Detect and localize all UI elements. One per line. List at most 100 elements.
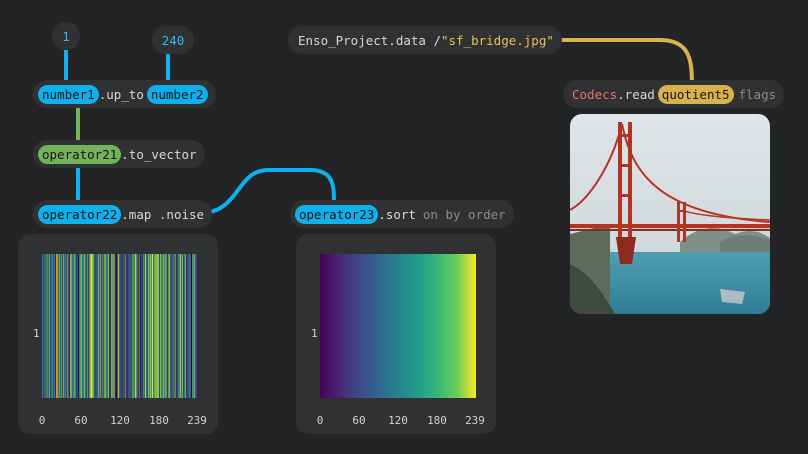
noise-column [136,254,137,398]
noise-column [142,254,143,398]
noise-column [105,254,107,398]
noise-column [118,254,120,398]
noise-column [115,254,117,398]
noise-column [81,254,83,398]
noise-column [110,254,112,398]
noise-column [62,254,63,398]
noise-column [85,254,87,398]
noise-column [157,254,159,398]
noise-column [128,254,130,398]
noise-column [167,254,169,398]
noise-column [112,254,114,398]
noise-column [153,254,154,398]
noise-column [117,254,119,398]
noise-column [195,254,197,398]
noise-column [69,254,71,398]
noise-column [182,254,184,398]
noise-column [183,254,184,398]
sort-node[interactable]: operator23 .sort on by order [290,200,514,228]
number2-port[interactable]: number2 [146,84,208,104]
enso-data-filename: "sf_bridge.jpg" [441,32,554,48]
noise-x-tick: 180 [149,414,169,427]
noise-column [141,254,143,398]
noise-column [78,254,80,398]
noise-column [83,254,85,398]
noise-column [159,254,160,398]
noise-column [123,254,124,398]
noise-column [65,254,67,398]
noise-column [131,254,132,398]
noise-column [140,254,142,398]
operator23-port[interactable]: operator23 [295,204,379,224]
number1-port[interactable]: number1 [38,84,99,104]
noise-column [149,254,151,398]
noise-column [133,254,135,398]
noise-column [147,254,149,398]
noise-y-tick: 1 [33,327,40,340]
noise-column [120,254,122,398]
noise-column [162,254,163,398]
quotient5-port[interactable]: quotient5 [657,84,734,104]
noise-column [135,254,137,398]
noise-column [54,254,56,398]
number-node-1[interactable]: 1 [52,22,80,50]
operator21-port[interactable]: operator21 [38,144,122,164]
noise-column [97,254,99,398]
noise-column [66,254,67,398]
noise-column [185,254,187,398]
codecs-type: Codecs [572,86,618,102]
noise-column [75,254,76,398]
noise-column [90,254,91,398]
sorted-x-tick: 0 [316,414,324,427]
noise-column [81,254,82,398]
operator22-port[interactable]: operator22 [38,204,122,224]
noise-column [158,254,160,398]
up-to-node[interactable]: number1 .up_to number2 [33,80,216,108]
noise-column [92,254,94,398]
noise-column [197,254,198,398]
noise-column [171,254,173,398]
codecs-read-node[interactable]: Codecs .read quotient5 flags [563,80,785,108]
sorted-gradient [320,254,476,398]
noise-column [55,254,56,398]
noise-x-tick: 0 [38,414,46,427]
noise-column [116,254,117,398]
noise-column [100,254,102,398]
noise-column [192,254,194,398]
number-value-1: 1 [62,28,70,44]
noise-column [164,254,165,398]
noise-column [45,254,47,398]
noise-column [191,254,193,398]
noise-column [64,254,65,398]
noise-column [179,254,181,398]
noise-column [88,254,90,398]
number-node-240[interactable]: 240 [152,26,194,54]
noise-column [168,254,170,398]
bridge-illustration [570,114,770,314]
to-vector-method: .to_vector [121,146,197,162]
noise-column [57,254,59,398]
noise-column [127,254,128,398]
map-noise-node[interactable]: operator22 .map .noise [33,200,213,228]
noise-column [68,254,69,398]
sorted-x-tick: 120 [388,414,408,427]
noise-column [51,254,53,398]
noise-column [188,254,189,398]
noise-column [137,254,139,398]
to-vector-node[interactable]: operator21 .to_vector [33,140,205,168]
enso-data-node[interactable]: Enso_Project.data / "sf_bridge.jpg" [288,26,562,54]
noise-column [60,254,61,398]
noise-column [147,254,148,398]
noise-column [175,254,177,398]
noise-column [89,254,91,398]
noise-column [196,254,197,398]
noise-column [101,254,102,398]
noise-column [74,254,76,398]
noise-column [121,254,122,398]
up-to-method: .up_to [98,86,144,102]
golden-gate-bridge-image [570,114,770,314]
noise-column [59,254,61,398]
noise-column [129,254,130,398]
noise-column [152,254,154,398]
noise-column [166,254,167,398]
